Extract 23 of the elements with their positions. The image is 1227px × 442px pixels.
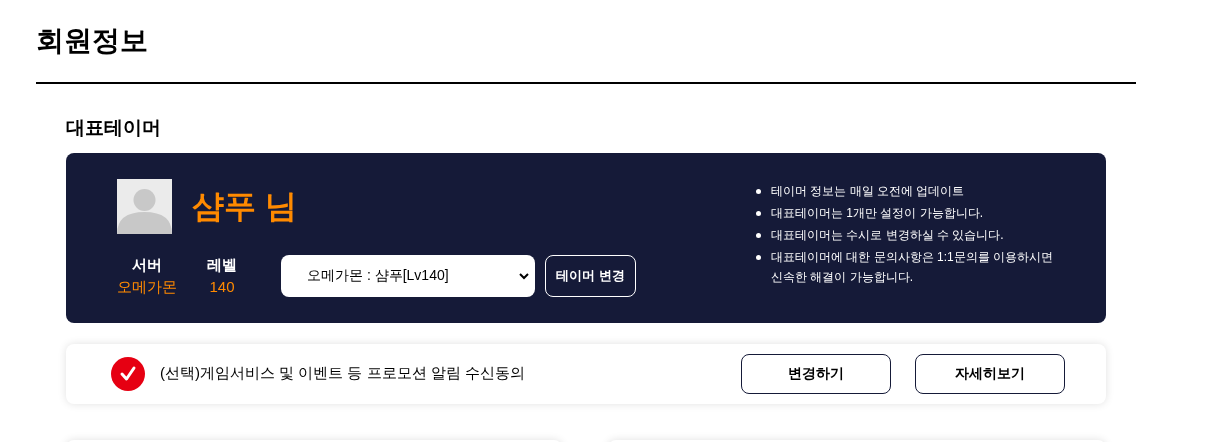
action-button[interactable]: 자세히보기: [915, 353, 1065, 394]
bullet-icon: [756, 210, 761, 216]
stat-value: 140: [209, 276, 235, 297]
section-title: 대표테이머: [66, 116, 161, 140]
stat-label: 서버: [132, 254, 162, 275]
page-title: 회원정보: [36, 24, 148, 58]
tamer-name: 샴푸 님: [192, 187, 297, 226]
stat-value: 오메가몬: [117, 276, 177, 297]
chevron-icon: [519, 271, 529, 280]
bullet-icon: [756, 188, 761, 194]
bullet-icon: [756, 254, 761, 260]
consent-label: (선택)게임서비스 및 이벤트 등 프로모션 알림 수신동의: [160, 363, 525, 384]
note-text: 대표테이머는 1개만 설정이 가능합니다.: [771, 204, 983, 222]
stat-label: 레벨: [207, 254, 237, 275]
change-tamer-button[interactable]: 테이머 변경: [545, 254, 636, 297]
action-button[interactable]: 변경하기: [741, 353, 891, 394]
note-text: 대표테이머에 대한 문의사항은 1:1문의를 이용하시면 신속한 해결이 가능합니다.: [771, 248, 1055, 286]
bullet-icon: [756, 232, 761, 238]
note-text: 테이머 정보는 매일 오전에 업데이트: [771, 182, 965, 200]
tamer-select[interactable]: 오메가몬 : 샴푸[Lv140]: [281, 254, 535, 297]
note-text: 대표테이머는 수시로 변경하실 수 있습니다.: [771, 226, 1004, 244]
avatar-icon: [117, 178, 172, 234]
check-icon[interactable]: [111, 356, 145, 391]
